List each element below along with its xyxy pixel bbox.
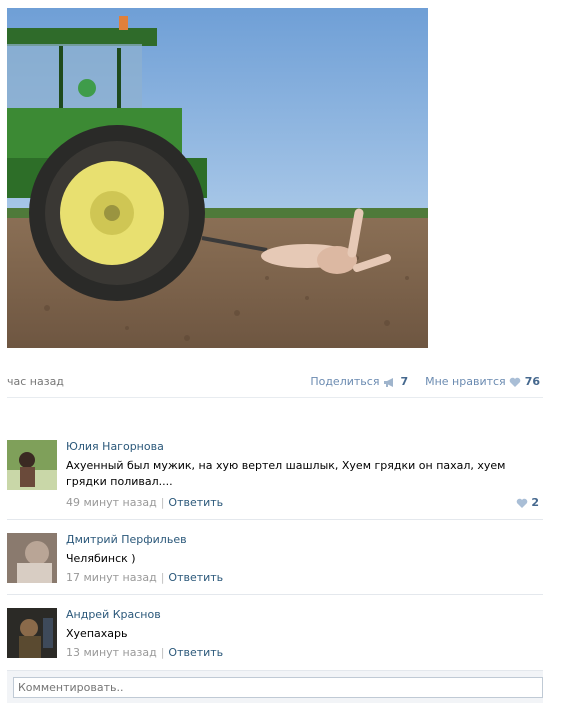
comment-divider — [7, 519, 543, 520]
share-label: Поделиться — [310, 375, 380, 388]
comment-author[interactable]: Андрей Краснов — [66, 608, 161, 621]
comment-item: Юлия Нагорнова Ахуенный был мужик, на ху… — [7, 440, 543, 510]
comment-text: Хуепахарь — [66, 627, 128, 640]
avatar-image — [7, 440, 57, 490]
comment-form — [7, 670, 543, 703]
comment-item: Андрей Краснов Хуепахарь 13 минут назад |… — [7, 608, 543, 663]
reply-button[interactable]: Ответить — [168, 496, 223, 509]
avatar-image — [7, 608, 57, 658]
post-separator — [7, 397, 543, 398]
share-button[interactable]: Поделиться 7 — [310, 375, 411, 388]
like-count: 76 — [524, 375, 540, 388]
post-time: час назад — [7, 375, 64, 388]
comment-author[interactable]: Дмитрий Перфильев — [66, 533, 187, 546]
comment-footer: 49 минут назад | Ответить — [66, 496, 224, 509]
photo-scene — [7, 8, 428, 348]
avatar[interactable] — [7, 440, 57, 490]
comment-text: Челябинск ) — [66, 552, 136, 565]
avatar[interactable] — [7, 608, 57, 658]
post-photo[interactable] — [7, 8, 428, 348]
comment-divider — [7, 594, 543, 595]
heart-icon — [516, 498, 528, 508]
like-button[interactable]: Мне нравится 76 — [425, 375, 540, 388]
comment-author[interactable]: Юлия Нагорнова — [66, 440, 164, 453]
comment-like-button[interactable]: 2 — [516, 496, 539, 509]
reply-button[interactable]: Ответить — [168, 646, 223, 659]
comment-footer: 17 минут назад | Ответить — [66, 571, 224, 584]
like-label: Мне нравится — [425, 375, 506, 388]
comment-time[interactable]: 13 минут назад — [66, 646, 157, 659]
reply-button[interactable]: Ответить — [168, 571, 223, 584]
comment-item: Дмитрий Перфильев Челябинск ) 17 минут н… — [7, 533, 543, 588]
share-count: 7 — [400, 375, 409, 388]
heart-icon — [509, 377, 521, 387]
comment-text: Ахуенный был мужик, на хую вертел шашлык… — [66, 459, 506, 488]
megaphone-icon — [383, 377, 393, 387]
avatar[interactable] — [7, 533, 57, 583]
avatar-image — [7, 533, 57, 583]
comment-input[interactable] — [13, 677, 543, 698]
comment-time[interactable]: 49 минут назад — [66, 496, 157, 509]
comment-like-count: 2 — [531, 496, 539, 509]
comment-time[interactable]: 17 минут назад — [66, 571, 157, 584]
post-meta: час назад Поделиться 7 Мне нравится 76 — [7, 375, 540, 389]
post-actions: Поделиться 7 Мне нравится 76 — [310, 375, 540, 388]
comment-footer: 13 минут назад | Ответить — [66, 646, 224, 659]
